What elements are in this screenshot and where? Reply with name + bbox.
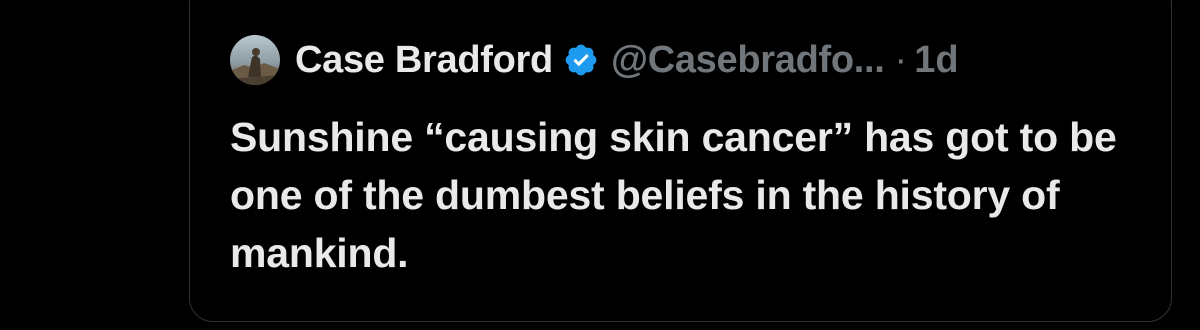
separator-dot: · xyxy=(894,38,908,81)
author-display-name[interactable]: Case Bradford xyxy=(295,39,553,82)
tweet-text: Sunshine “causing skin cancer” has got t… xyxy=(230,114,1117,276)
profile-photo-icon xyxy=(230,35,280,85)
screen: Case Bradford @Casebradfo... · 1d Sunshi… xyxy=(0,0,1200,330)
tweet-header: Case Bradford @Casebradfo... · 1d xyxy=(230,34,959,86)
avatar[interactable] xyxy=(230,35,280,85)
tweet-timestamp[interactable]: 1d xyxy=(914,39,958,82)
author-handle[interactable]: @Casebradfo... xyxy=(611,39,885,82)
verified-badge-icon xyxy=(565,44,597,76)
